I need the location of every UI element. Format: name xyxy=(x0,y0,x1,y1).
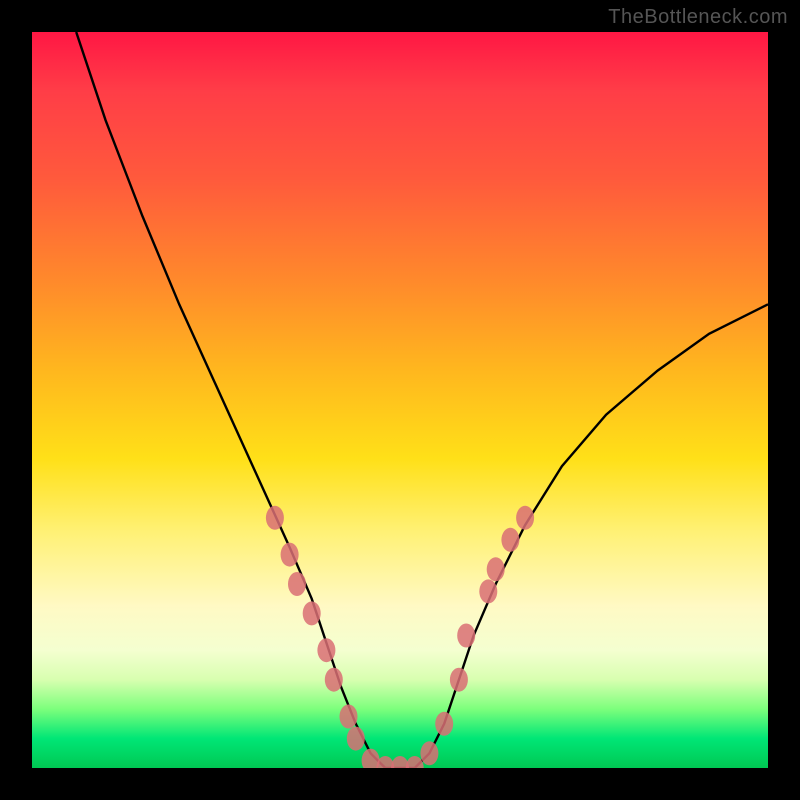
marker-dot xyxy=(435,712,453,736)
marker-dot xyxy=(317,638,335,662)
marker-dot xyxy=(450,668,468,692)
plot-area xyxy=(32,32,768,768)
marker-dot xyxy=(479,579,497,603)
marker-dot xyxy=(325,668,343,692)
marker-dot xyxy=(347,727,365,751)
watermark-text: TheBottleneck.com xyxy=(608,6,788,29)
marker-dot xyxy=(516,506,534,530)
marker-dot xyxy=(340,705,358,729)
highlight-dots xyxy=(266,506,534,768)
marker-dot xyxy=(281,543,299,567)
chart-container: TheBottleneck.com xyxy=(0,0,800,800)
bottleneck-curve-svg xyxy=(32,32,768,768)
marker-dot xyxy=(420,741,438,765)
marker-dot xyxy=(406,756,424,768)
marker-dot xyxy=(457,624,475,648)
marker-dot xyxy=(303,601,321,625)
marker-dot xyxy=(487,557,505,581)
marker-dot xyxy=(288,572,306,596)
marker-dot xyxy=(266,506,284,530)
marker-dot xyxy=(501,528,519,552)
bottleneck-curve xyxy=(76,32,768,768)
